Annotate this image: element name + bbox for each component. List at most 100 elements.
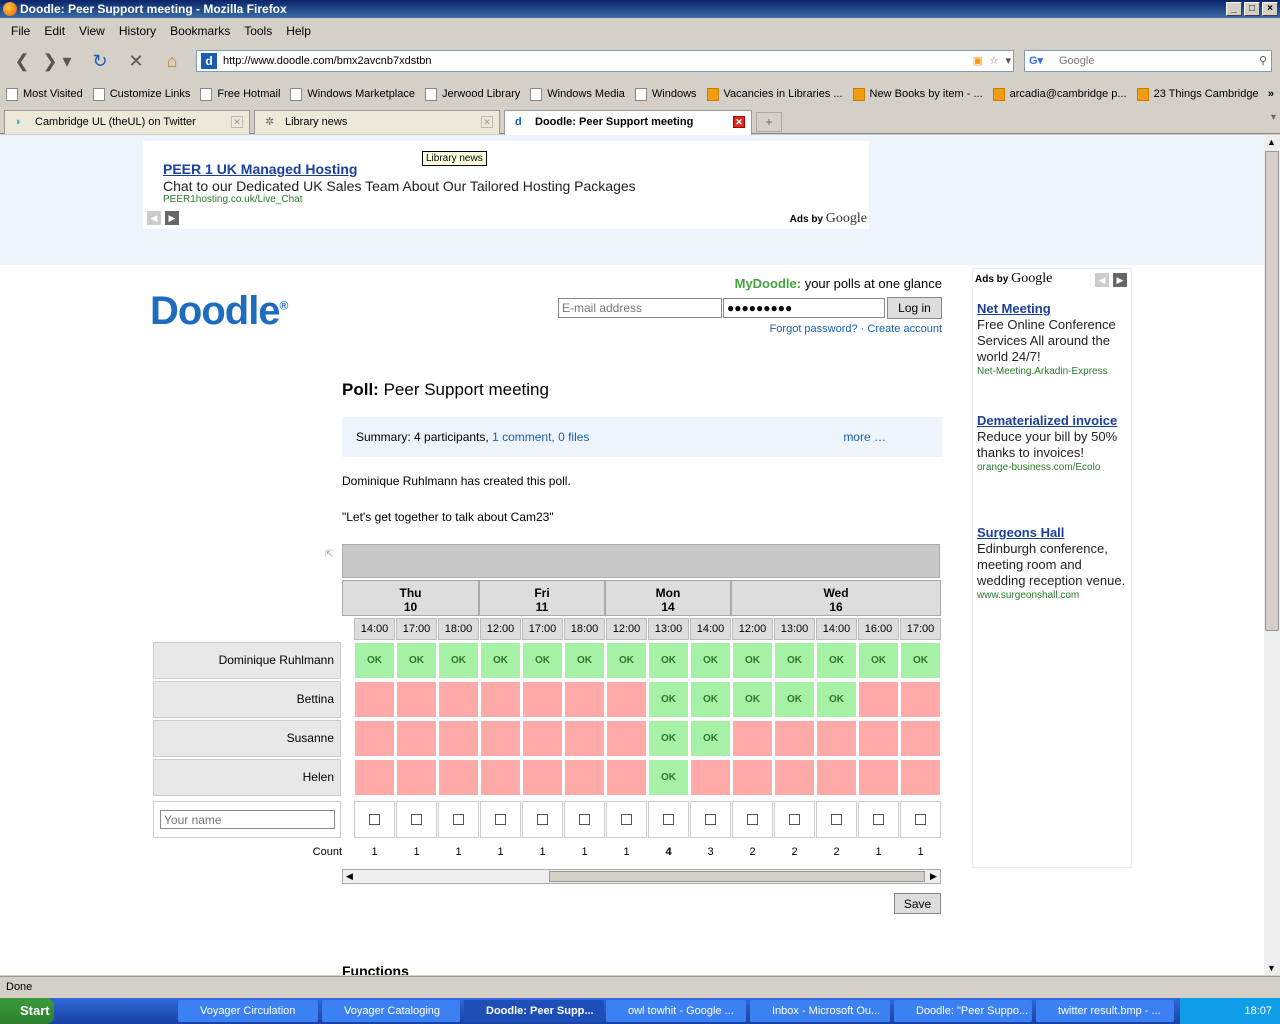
- side-ad-url[interactable]: orange-business.com/Ecolo: [977, 461, 1131, 475]
- tab-doodle[interactable]: d Doodle: Peer Support meeting ✕: [504, 110, 752, 135]
- checkbox[interactable]: [831, 814, 842, 825]
- checkbox[interactable]: [495, 814, 506, 825]
- bookmark-item[interactable]: 23 Things Cambridge: [1136, 87, 1259, 101]
- checkbox[interactable]: [411, 814, 422, 825]
- save-button[interactable]: Save: [894, 893, 941, 914]
- your-name-input[interactable]: [160, 810, 335, 829]
- bookmark-item[interactable]: Windows Media: [530, 87, 625, 101]
- bookmark-item[interactable]: Jerwood Library: [424, 87, 520, 101]
- url-bar[interactable]: d http://www.doodle.com/bmx2avcnb7xdstbn…: [196, 50, 1014, 72]
- bookmark-item[interactable]: Windows: [634, 87, 697, 101]
- menu-view[interactable]: View: [72, 24, 112, 38]
- side-ad-title[interactable]: Net Meeting: [977, 301, 1131, 317]
- side-ad-url[interactable]: Net-Meeting.Arkadin-Express: [977, 365, 1131, 379]
- availability-checkbox-cell[interactable]: [816, 801, 857, 838]
- email-field[interactable]: [558, 298, 722, 318]
- close-tab-icon[interactable]: ✕: [481, 116, 493, 128]
- rss-icon[interactable]: ▣: [973, 51, 983, 71]
- ad-prev-icon[interactable]: ◀: [1095, 273, 1109, 287]
- close-tab-icon[interactable]: ✕: [733, 116, 745, 128]
- taskbar-button[interactable]: Voyager Cataloging: [322, 1000, 460, 1022]
- password-field[interactable]: [723, 298, 885, 318]
- google-search-engine-icon[interactable]: G▾: [1029, 51, 1043, 71]
- availability-checkbox-cell[interactable]: [690, 801, 731, 838]
- checkbox[interactable]: [537, 814, 548, 825]
- page-vertical-scrollbar[interactable]: ▲ ▼: [1264, 135, 1280, 975]
- ad-prev-icon[interactable]: ◀: [147, 211, 161, 225]
- scroll-thumb[interactable]: [549, 871, 925, 882]
- checkbox[interactable]: [915, 814, 926, 825]
- bookmark-item[interactable]: Free Hotmail: [200, 87, 280, 101]
- star-icon[interactable]: ☆: [989, 51, 999, 71]
- checkbox[interactable]: [369, 814, 380, 825]
- menu-file[interactable]: File: [4, 24, 37, 38]
- availability-checkbox-cell[interactable]: [354, 801, 395, 838]
- url-dropdown-icon[interactable]: ▾: [1005, 51, 1011, 71]
- availability-checkbox-cell[interactable]: [522, 801, 563, 838]
- taskbar-button[interactable]: Inbox - Microsoft Ou...: [750, 1000, 890, 1022]
- tab-library-news[interactable]: ✲ Library news ✕: [254, 110, 500, 134]
- taskbar-button[interactable]: twitter result.bmp - ...: [1036, 1000, 1174, 1022]
- bookmark-item[interactable]: Most Visited: [6, 87, 83, 101]
- side-ad-url[interactable]: www.surgeonshall.com: [977, 589, 1131, 603]
- scroll-right-icon[interactable]: ▶: [927, 870, 940, 883]
- menu-help[interactable]: Help: [279, 24, 318, 38]
- checkbox[interactable]: [453, 814, 464, 825]
- reload-icon[interactable]: ↻: [86, 48, 114, 74]
- taskbar-button[interactable]: Doodle: "Peer Suppo...: [894, 1000, 1032, 1022]
- scroll-left-icon[interactable]: ◀: [343, 870, 356, 883]
- checkbox[interactable]: [873, 814, 884, 825]
- availability-checkbox-cell[interactable]: [564, 801, 605, 838]
- availability-checkbox-cell[interactable]: [480, 801, 521, 838]
- minimize-button[interactable]: _: [1226, 2, 1242, 16]
- ads-by-google[interactable]: Ads by Google: [975, 271, 1052, 287]
- availability-checkbox-cell[interactable]: [774, 801, 815, 838]
- ad-next-icon[interactable]: ▶: [1113, 273, 1127, 287]
- bookmark-item[interactable]: arcadia@cambridge p...: [992, 87, 1127, 101]
- bookmarks-overflow-icon[interactable]: »: [1268, 88, 1274, 100]
- search-input[interactable]: G▾ Google ⚲: [1024, 50, 1272, 72]
- comments-link[interactable]: 1 comment, 0 files: [492, 430, 589, 444]
- checkbox[interactable]: [579, 814, 590, 825]
- search-icon[interactable]: ⚲: [1259, 51, 1267, 71]
- availability-checkbox-cell[interactable]: [900, 801, 941, 838]
- tab-list-icon[interactable]: ▾: [1271, 112, 1276, 123]
- availability-checkbox-cell[interactable]: [858, 801, 899, 838]
- side-ad-title[interactable]: Surgeons Hall: [977, 525, 1131, 541]
- forward-icon[interactable]: ❯ ▾: [38, 48, 76, 74]
- tab-twitter[interactable]: ◗ Cambridge UL (theUL) on Twitter ✕: [4, 110, 250, 134]
- checkbox[interactable]: [747, 814, 758, 825]
- availability-checkbox-cell[interactable]: [438, 801, 479, 838]
- taskbar-button[interactable]: Doodle: Peer Supp...: [464, 1000, 604, 1022]
- menu-bookmarks[interactable]: Bookmarks: [163, 24, 237, 38]
- bookmark-item[interactable]: Customize Links: [92, 87, 190, 101]
- ad-next-icon[interactable]: ▶: [165, 211, 179, 225]
- bookmark-item[interactable]: Vacancies in Libraries ...: [706, 87, 843, 101]
- more-link[interactable]: more …: [843, 417, 886, 457]
- checkbox[interactable]: [705, 814, 716, 825]
- checkbox[interactable]: [663, 814, 674, 825]
- bookmark-item[interactable]: New Books by item - ...: [852, 87, 983, 101]
- checkbox[interactable]: [789, 814, 800, 825]
- back-icon[interactable]: ❮: [6, 48, 38, 74]
- scroll-thumb[interactable]: [1265, 151, 1279, 631]
- grid-horizontal-scrollbar[interactable]: ◀ ▶: [342, 869, 941, 884]
- start-button[interactable]: Start: [0, 998, 54, 1024]
- availability-checkbox-cell[interactable]: [396, 801, 437, 838]
- taskbar-button[interactable]: owl towhit - Google ...: [606, 1000, 746, 1022]
- maximize-button[interactable]: □: [1244, 2, 1260, 16]
- doodle-logo[interactable]: Doodle®: [150, 289, 288, 334]
- scroll-down-icon[interactable]: ▼: [1267, 963, 1276, 973]
- availability-checkbox-cell[interactable]: [732, 801, 773, 838]
- side-ad-title[interactable]: Dematerialized invoice: [977, 413, 1131, 429]
- close-tab-icon[interactable]: ✕: [231, 116, 243, 128]
- availability-checkbox-cell[interactable]: [606, 801, 647, 838]
- stop-icon[interactable]: ✕: [122, 48, 150, 74]
- bookmark-item[interactable]: Windows Marketplace: [290, 87, 415, 101]
- forgot-password-link[interactable]: Forgot password? · Create account: [600, 323, 942, 335]
- ad-url[interactable]: PEER1hosting.co.uk/Live_Chat: [163, 194, 303, 205]
- ad-title-link[interactable]: PEER 1 UK Managed Hosting: [163, 161, 357, 177]
- ads-by-google[interactable]: Ads by Google: [790, 211, 867, 227]
- login-button[interactable]: Log in: [887, 297, 942, 319]
- scroll-up-icon[interactable]: ▲: [1267, 137, 1276, 147]
